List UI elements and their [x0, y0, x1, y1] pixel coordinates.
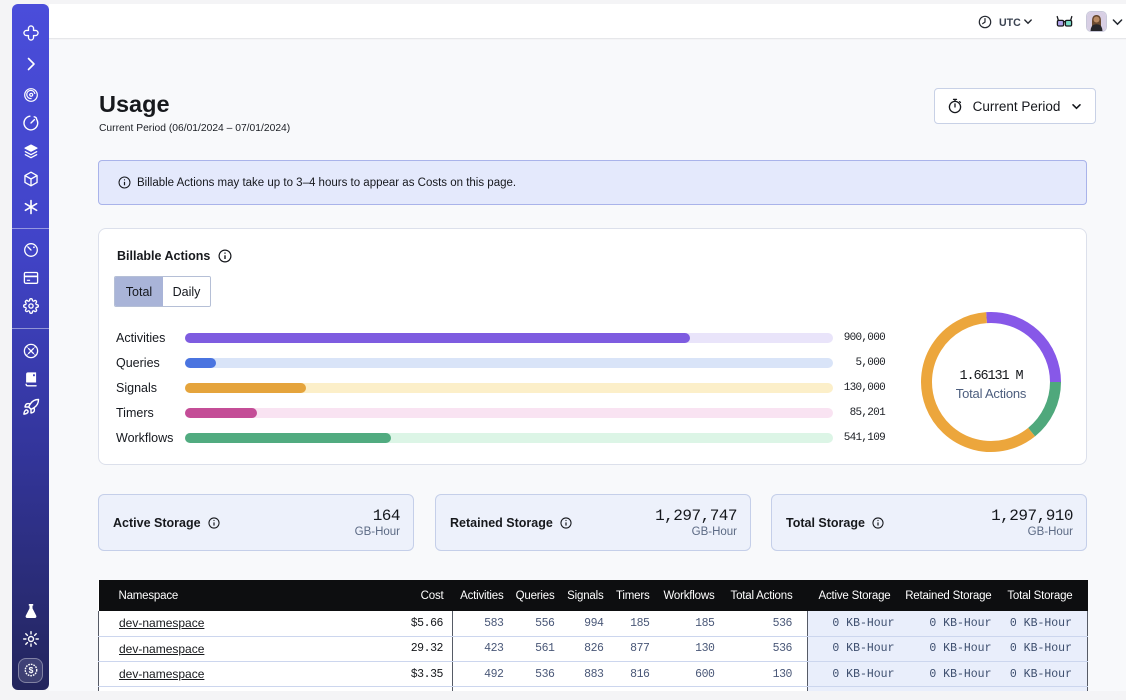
svg-text:$: $	[28, 665, 33, 675]
